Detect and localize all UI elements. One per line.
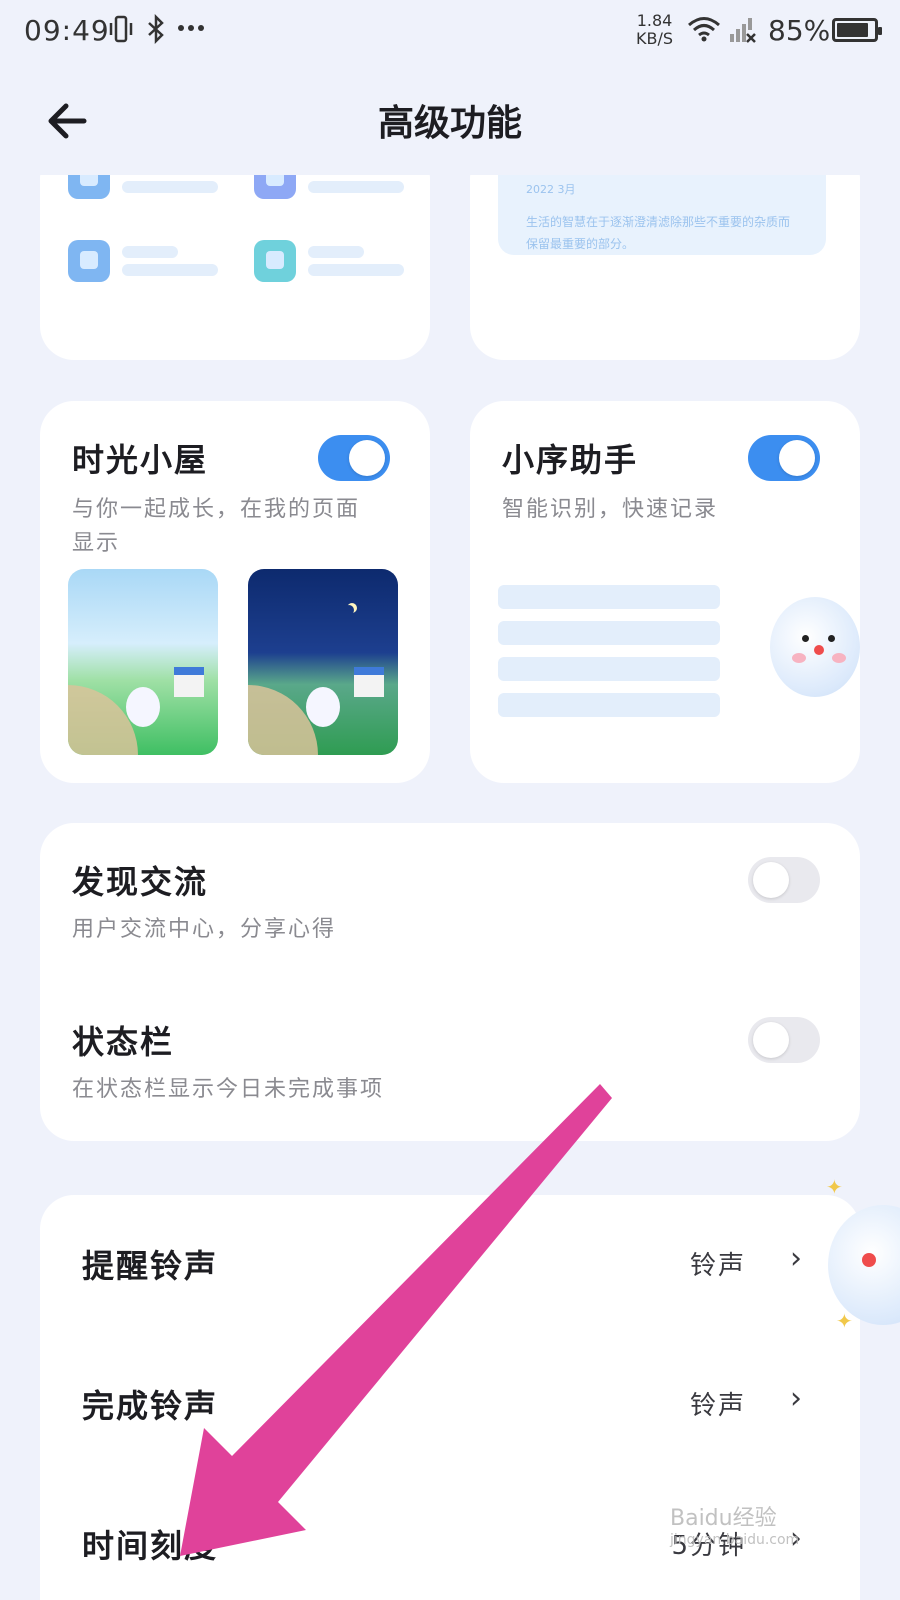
placeholder-line [498,693,720,717]
calendar-heart-icon [68,240,110,282]
helper-title: 小序助手 [502,441,639,479]
discover-toggle[interactable] [748,857,820,903]
quote-text: 生活的智慧在于逐渐澄清滤除那些不重要的杂质而保留最重要的部分。 [526,215,791,251]
content-scroll[interactable]: 2022 3月 生活的智慧在于逐渐澄清滤除那些不重要的杂质而保留最重要的部分。 … [0,175,900,1600]
wallet-icon [254,240,296,282]
time-house-toggle[interactable] [318,435,390,481]
bluetooth-icon [146,13,166,51]
battery-fill [837,23,868,37]
toggle-knob [779,440,815,476]
vibrate-icon [108,14,134,51]
status-bar-title: 状态栏 [72,1023,175,1061]
signal-off-icon [728,14,758,51]
widget-preview-row [68,240,218,282]
quote-date: 2022 3月 [526,183,576,196]
widget-preview-row [254,240,404,282]
remind-sound-value: 铃声 [689,1251,746,1281]
more-dots-icon [176,10,206,47]
wifi-icon [686,14,722,51]
chevron-right-icon: › [790,1381,802,1416]
toggle-knob [753,862,789,898]
battery-icon [832,18,882,42]
done-sound-label: 完成铃声 [82,1387,219,1425]
status-bar-subtitle: 在状态栏显示今日未完成事项 [72,1077,385,1102]
sparkle-icon: ✦ [836,1309,853,1333]
night-scene-image[interactable] [248,569,398,755]
time-house-card[interactable]: 时光小屋 与你一起成长，在我的页面显示 [40,401,430,783]
watermark-text: Baidu经验 [670,1506,777,1531]
sparkle-icon: ✦ [826,1175,843,1199]
widget-preview-row [68,175,218,199]
placeholder-line [498,621,720,645]
remind-sound-row[interactable]: 提醒铃声 铃声 › [40,1195,844,1335]
widget-preview-row [254,175,404,199]
widget-preview-card[interactable] [40,175,430,360]
done-sound-row[interactable]: 完成铃声 铃声 › [40,1335,844,1475]
time-house-title: 时光小屋 [72,441,209,479]
chevron-right-icon: › [790,1241,802,1276]
day-scene-image[interactable] [68,569,218,755]
placeholder-line [498,657,720,681]
discover-title: 发现交流 [72,863,209,901]
quote-box: 2022 3月 生活的智慧在于逐渐澄清滤除那些不重要的杂质而保留最重要的部分。 [498,175,826,255]
page-header: 高级功能 [0,80,900,160]
discover-subtitle: 用户交流中心，分享心得 [72,917,337,942]
feature-toggle-card: 发现交流 用户交流中心，分享心得 状态栏 在状态栏显示今日未完成事项 [40,823,860,1141]
network-speed-value: 1.84 [636,11,673,30]
status-time: 09:49 [24,14,110,47]
time-scale-label: 时间刻度 [82,1527,219,1565]
helper-toggle[interactable] [748,435,820,481]
moon-icon [344,605,354,615]
bunny-mascot-icon [306,687,340,727]
toggle-knob [349,440,385,476]
status-bar-toggle[interactable] [748,1017,820,1063]
status-bar: 09:49 1.84 KB/S 85% [0,0,900,64]
network-speed-unit: KB/S [636,29,674,48]
quote-preview-card[interactable]: 2022 3月 生活的智慧在于逐渐澄清滤除那些不重要的杂质而保留最重要的部分。 [470,175,860,360]
helper-subtitle: 智能识别，快速记录 [502,497,719,522]
remind-sound-label: 提醒铃声 [82,1247,219,1285]
bunny-mascot-icon [126,687,160,727]
toggle-knob [753,1022,789,1058]
watermark: Baidu经验 jingyan.baidu.com [670,1500,799,1548]
placeholder-line [498,585,720,609]
done-sound-value: 铃声 [689,1391,746,1421]
mascot-icon [770,597,860,697]
watermark-url: jingyan.baidu.com [670,1532,800,1548]
page-title: 高级功能 [377,103,522,144]
battery-percent: 85% [768,14,831,47]
note-icon [68,175,110,199]
network-speed: 1.84 KB/S [636,12,673,48]
check-badge-icon [254,175,296,199]
time-house-subtitle: 与你一起成长，在我的页面显示 [72,497,361,556]
helper-card[interactable]: 小序助手 智能识别，快速记录 [470,401,860,783]
